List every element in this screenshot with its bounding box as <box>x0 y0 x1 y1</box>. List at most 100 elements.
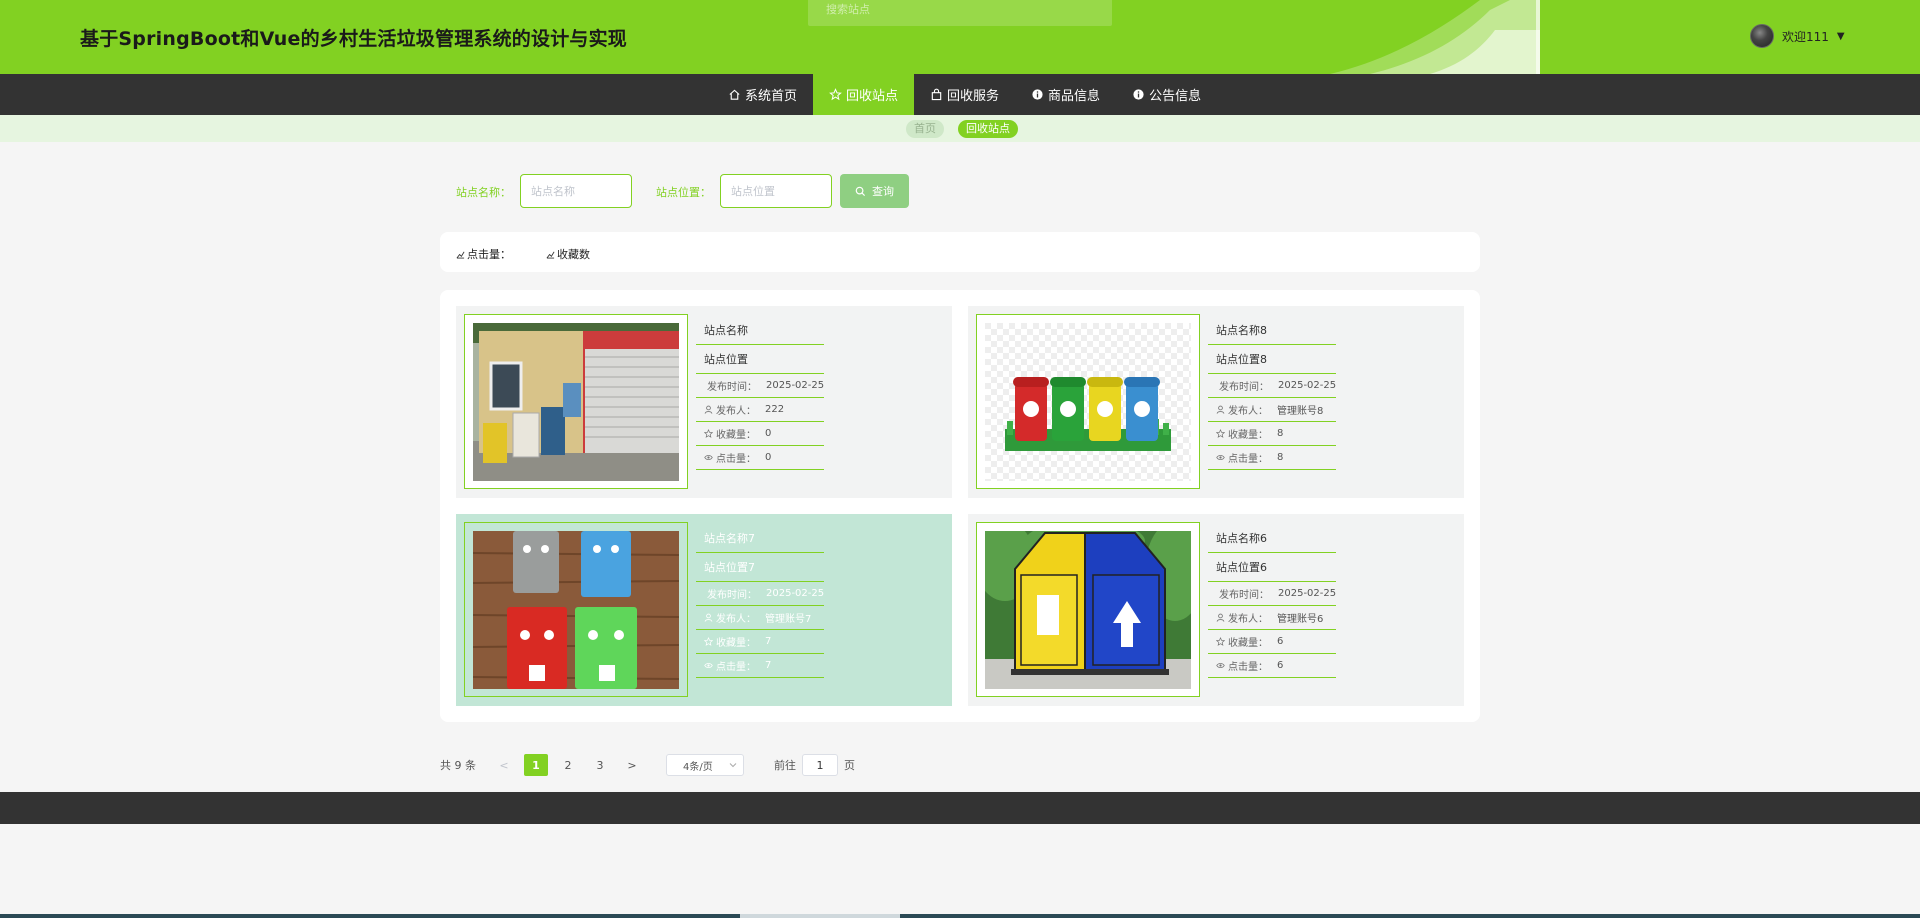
sort-favorites-label: 收藏数 <box>557 248 590 261</box>
clicks-row: 点击量： 7 <box>696 654 824 678</box>
nav-label: 回收服务 <box>947 89 1000 104</box>
station-name[interactable]: 站点名称7 <box>696 524 824 553</box>
page-2-button[interactable]: 2 <box>556 754 580 776</box>
clicks-label: 点击量： <box>716 454 756 465</box>
goto-page-input[interactable] <box>802 754 838 776</box>
station-location: 站点位置6 <box>1208 553 1336 582</box>
sort-by-favorites[interactable]: 收藏数 <box>546 246 590 262</box>
station-image[interactable] <box>976 314 1200 489</box>
station-name[interactable]: 站点名称6 <box>1208 524 1336 553</box>
goto-label: 前往 <box>774 759 796 772</box>
ghost-search-text: 搜索站点 <box>826 3 870 16</box>
sort-bar: 点击量： 收藏数 <box>440 232 1480 272</box>
station-image[interactable] <box>464 314 688 489</box>
publisher-label: 发布人： <box>1228 614 1268 625</box>
station-list: 站点名称 站点位置 发布时间： 2025-02-25 发布人： 222 收藏量：… <box>440 290 1480 722</box>
clicks-value: 7 <box>765 660 772 671</box>
page-3-button[interactable]: 3 <box>588 754 612 776</box>
eye-icon <box>704 454 713 461</box>
prev-page-button[interactable]: < <box>492 754 516 776</box>
nav-label: 回收站点 <box>846 89 899 104</box>
search-button-label: 查询 <box>872 185 894 198</box>
favorites-label: 收藏量： <box>716 430 756 441</box>
top-header: 搜索站点 基于SpringBoot和Vue的乡村生活垃圾管理系统的设计与实现 欢… <box>0 0 1920 74</box>
station-image[interactable] <box>976 522 1200 697</box>
publisher-value: 管理账号8 <box>1277 406 1324 417</box>
smiling-bins-image <box>473 531 679 689</box>
sort-clicks-label: 点击量： <box>467 248 511 261</box>
favorites-value: 0 <box>765 428 772 439</box>
nav-item-notice[interactable]: 公告信息 <box>1116 74 1217 115</box>
publish-time-row: 发布时间： 2025-02-25 <box>1208 374 1336 398</box>
chart-icon <box>456 251 465 259</box>
publish-time-value: 2025-02-25 <box>1278 380 1337 391</box>
taskbar-segment <box>740 914 900 918</box>
publish-time-label: 发布时间： <box>707 382 757 393</box>
user-menu[interactable]: 欢迎111 ▼ <box>1750 24 1845 48</box>
user-icon <box>704 405 713 414</box>
station-location-input[interactable] <box>720 174 832 208</box>
station-location: 站点位置8 <box>1208 345 1336 374</box>
publisher-value: 222 <box>765 404 785 415</box>
header-wave-decoration <box>1330 0 1540 74</box>
nav-item-goods[interactable]: 商品信息 <box>1015 74 1116 115</box>
nav-item-home[interactable]: 系统首页 <box>712 74 813 115</box>
search-button[interactable]: 查询 <box>840 174 909 208</box>
nav-label: 公告信息 <box>1149 89 1202 104</box>
recycling-kiosk-image <box>473 323 679 481</box>
publish-time-label: 发布时间： <box>1219 382 1269 393</box>
caret-down-icon[interactable]: ▼ <box>1837 31 1845 42</box>
clicks-value: 0 <box>765 452 772 463</box>
avatar[interactable] <box>1750 24 1774 48</box>
station-name-input[interactable] <box>520 174 632 208</box>
publisher-row: 发布人： 管理账号8 <box>1208 398 1336 422</box>
publisher-row: 发布人： 222 <box>696 398 824 422</box>
chart-icon <box>546 251 555 259</box>
station-info: 站点名称 站点位置 发布时间： 2025-02-25 发布人： 222 收藏量：… <box>696 316 824 470</box>
site-title: 基于SpringBoot和Vue的乡村生活垃圾管理系统的设计与实现 <box>80 28 628 50</box>
favorites-value: 6 <box>1277 636 1284 647</box>
station-card[interactable]: 站点名称6 站点位置6 发布时间： 2025-02-25 发布人： 管理账号6 … <box>968 514 1464 706</box>
welcome-label[interactable]: 欢迎111 <box>1782 28 1829 45</box>
favorites-row: 收藏量： 7 <box>696 630 824 654</box>
station-name[interactable]: 站点名称8 <box>1208 316 1336 345</box>
publish-time-label: 发布时间： <box>1219 590 1269 601</box>
clicks-value: 6 <box>1277 660 1284 671</box>
star-icon <box>704 429 713 438</box>
publisher-row: 发布人： 管理账号6 <box>1208 606 1336 630</box>
station-info: 站点名称8 站点位置8 发布时间： 2025-02-25 发布人： 管理账号8 … <box>1208 316 1336 470</box>
chevron-down-icon <box>729 763 737 768</box>
station-info: 站点名称6 站点位置6 发布时间： 2025-02-25 发布人： 管理账号6 … <box>1208 524 1336 678</box>
publish-time-value: 2025-02-25 <box>766 380 825 391</box>
clicks-label: 点击量： <box>1228 454 1268 465</box>
breadcrumb: 首页 回收站点 <box>0 115 1920 142</box>
four-color-bins-image <box>985 323 1191 481</box>
publisher-label: 发布人： <box>1228 406 1268 417</box>
total-count: 共 9 条 <box>440 759 476 772</box>
goto-suffix: 页 <box>844 759 855 772</box>
station-location-label: 站点位置： <box>656 186 711 199</box>
nav-item-recycle-service[interactable]: 回收服务 <box>914 74 1015 115</box>
page-size-select[interactable]: 4条/页 <box>666 754 744 776</box>
station-location: 站点位置 <box>696 345 824 374</box>
station-card[interactable]: 站点名称8 站点位置8 发布时间： 2025-02-25 发布人： 管理账号8 … <box>968 306 1464 498</box>
page-1-button[interactable]: 1 <box>524 754 548 776</box>
taskbar-strip <box>0 914 1920 918</box>
station-card[interactable]: 站点名称7 站点位置7 发布时间： 2025-02-25 发布人： 管理账号7 … <box>456 514 952 706</box>
station-name[interactable]: 站点名称 <box>696 316 824 345</box>
breadcrumb-home[interactable]: 首页 <box>906 120 944 138</box>
publish-time-value: 2025-02-25 <box>766 588 825 599</box>
next-page-button[interactable]: > <box>620 754 644 776</box>
goto-page: 前往 页 <box>774 754 855 776</box>
publisher-value: 管理账号7 <box>765 614 812 625</box>
station-image[interactable] <box>464 522 688 697</box>
info-icon <box>1133 89 1144 100</box>
clicks-row: 点击量： 6 <box>1208 654 1336 678</box>
sort-by-clicks[interactable]: 点击量： <box>456 246 511 262</box>
favorites-label: 收藏量： <box>1228 638 1268 649</box>
home-icon <box>729 89 740 100</box>
nav-item-recycle-station[interactable]: 回收站点 <box>813 74 915 115</box>
favorites-row: 收藏量： 6 <box>1208 630 1336 654</box>
station-card[interactable]: 站点名称 站点位置 发布时间： 2025-02-25 发布人： 222 收藏量：… <box>456 306 952 498</box>
publisher-row: 发布人： 管理账号7 <box>696 606 824 630</box>
